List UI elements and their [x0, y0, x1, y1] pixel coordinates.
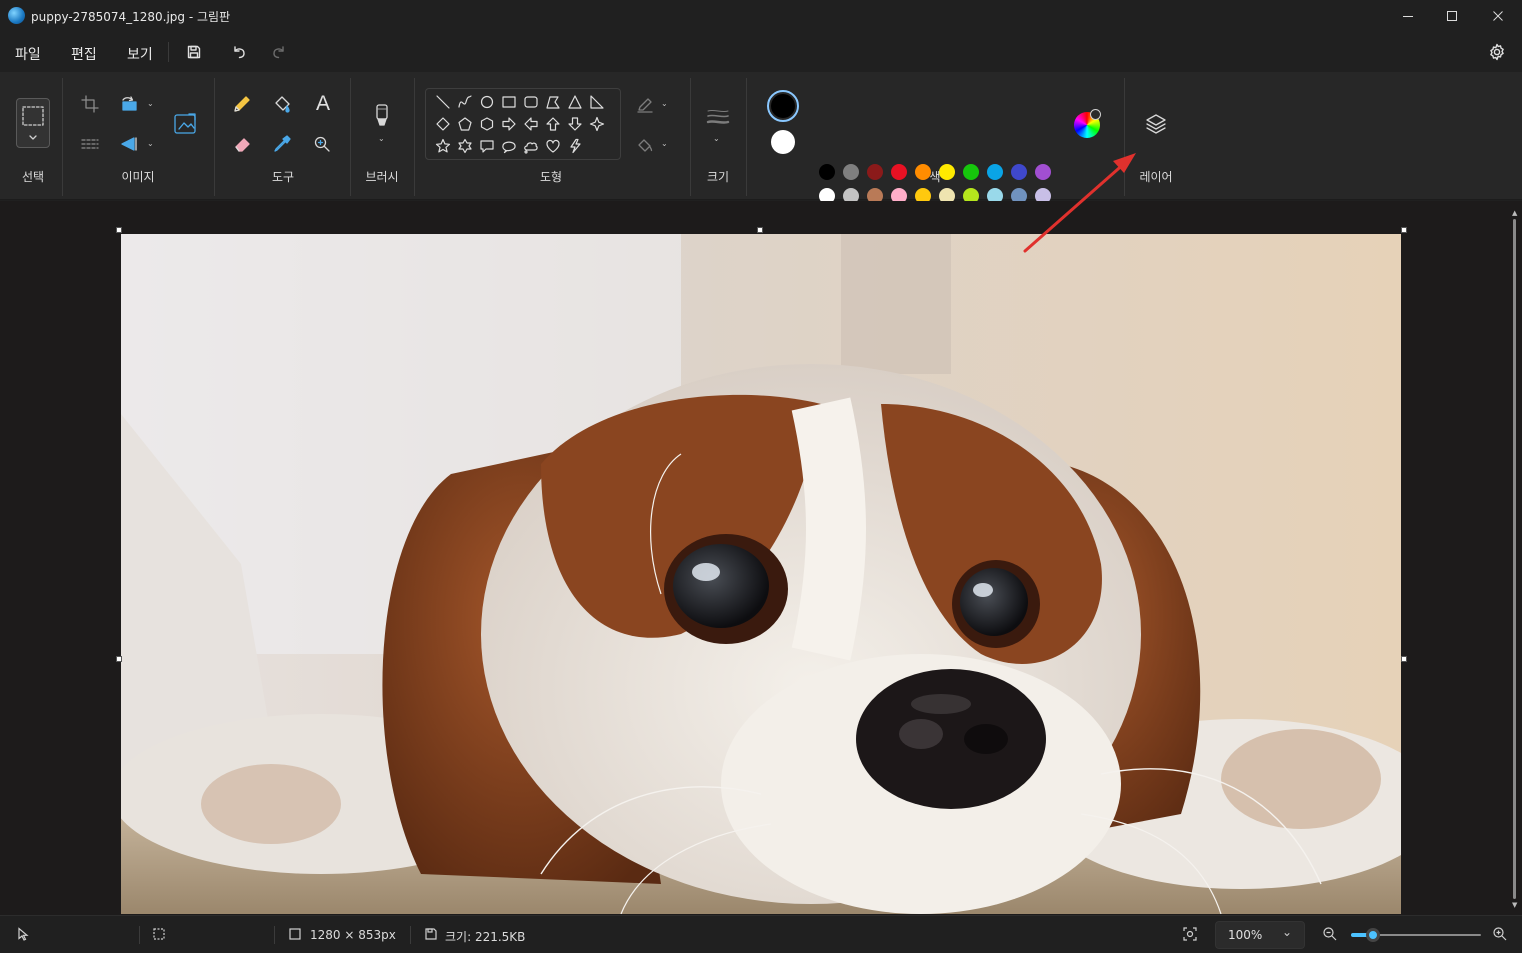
- fit-screen-icon: [1183, 927, 1197, 941]
- status-bar: 1280 × 853px 크기: 221.5KB 100% ⌄: [0, 915, 1522, 953]
- zoom-out-icon: [1323, 927, 1337, 941]
- zoom-value: 100%: [1228, 928, 1263, 942]
- zoom-out-button[interactable]: [1322, 926, 1338, 942]
- zoom-dropdown[interactable]: 100% ⌄: [1215, 921, 1305, 949]
- cursor-arrow-icon: [18, 927, 29, 941]
- status-separator: [274, 926, 275, 944]
- status-separator: [139, 926, 140, 944]
- chevron-down-icon: ⌄: [1282, 925, 1293, 939]
- file-size-indicator: [423, 926, 439, 942]
- pointer-position-button[interactable]: [15, 926, 31, 942]
- canvas-size-text: 1280 × 853px: [310, 928, 396, 942]
- fit-to-window-button[interactable]: [1182, 926, 1198, 942]
- annotation-arrow: [1023, 153, 1136, 253]
- zoom-in-button[interactable]: [1492, 926, 1508, 942]
- selection-size-icon: [153, 928, 165, 940]
- zoom-slider[interactable]: [1351, 925, 1481, 945]
- canvas-size-icon: [289, 928, 301, 940]
- zoom-slider-thumb[interactable]: [1366, 928, 1381, 942]
- canvas-size-indicator: [287, 926, 303, 942]
- status-separator: [410, 926, 411, 944]
- selection-size-button[interactable]: [151, 926, 167, 942]
- save-icon: [425, 928, 437, 940]
- zoom-in-icon: [1493, 927, 1507, 941]
- file-size-text: 크기: 221.5KB: [445, 930, 526, 944]
